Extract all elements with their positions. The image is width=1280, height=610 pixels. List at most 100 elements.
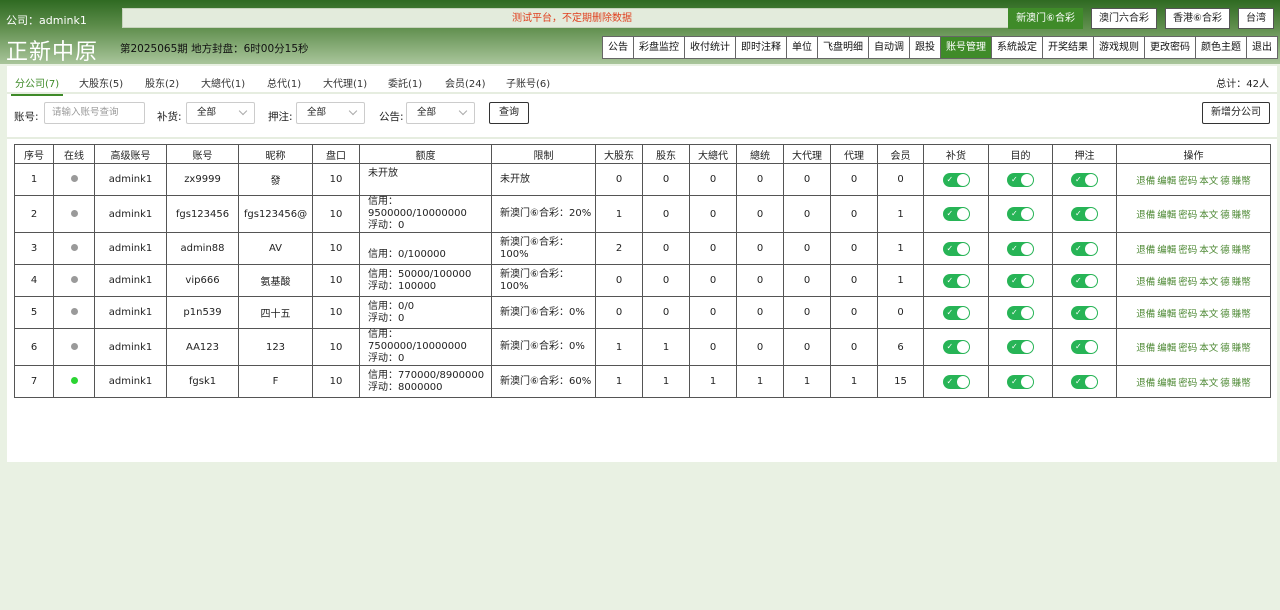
op-link[interactable]: 退備: [1136, 277, 1155, 288]
stake-toggle[interactable]: [1071, 374, 1098, 389]
lottery-btn-macau[interactable]: 澳门六合彩: [1091, 8, 1158, 29]
purpose-toggle[interactable]: [1007, 305, 1034, 320]
nav-item[interactable]: 单位: [786, 36, 818, 59]
stake-toggle[interactable]: [1071, 305, 1098, 320]
op-link[interactable]: 德: [1220, 210, 1230, 221]
op-link[interactable]: 賺幣: [1232, 210, 1251, 221]
purpose-toggle[interactable]: [1007, 273, 1034, 288]
stake-toggle[interactable]: [1071, 172, 1098, 187]
level-tab[interactable]: 委託(1): [388, 75, 422, 90]
purpose-toggle[interactable]: [1007, 374, 1034, 389]
stake-toggle[interactable]: [1071, 273, 1098, 288]
op-link[interactable]: 编輯: [1157, 245, 1176, 256]
op-link[interactable]: 密码: [1178, 210, 1197, 221]
stake-select[interactable]: 全部: [296, 102, 365, 124]
op-link[interactable]: 编輯: [1157, 309, 1176, 320]
nav-item[interactable]: 游戏规则: [1093, 36, 1145, 59]
lottery-btn-taiwan[interactable]: 台湾: [1238, 8, 1274, 29]
lottery-btn-hongkong[interactable]: 香港⑥合彩: [1165, 8, 1230, 29]
op-link[interactable]: 退備: [1136, 176, 1155, 187]
nav-item[interactable]: 颜色主题: [1195, 36, 1247, 59]
purpose-toggle[interactable]: [1007, 172, 1034, 187]
level-tab[interactable]: 大股东(5): [79, 75, 123, 90]
op-link[interactable]: 编輯: [1157, 378, 1176, 389]
lottery-btn-new-macau[interactable]: 新澳门⑥合彩: [1008, 8, 1084, 29]
supplement-toggle[interactable]: [942, 172, 970, 187]
op-link[interactable]: 賺幣: [1232, 277, 1251, 288]
op-link[interactable]: 编輯: [1157, 210, 1176, 221]
supplement-select[interactable]: 全部: [186, 102, 255, 124]
op-link[interactable]: 本文: [1199, 309, 1218, 320]
purpose-toggle[interactable]: [1007, 340, 1034, 354]
op-link[interactable]: 賺幣: [1232, 378, 1251, 389]
op-link[interactable]: 德: [1220, 277, 1230, 288]
nav-item[interactable]: 彩盘监控: [633, 36, 685, 59]
account-name: fgsk1: [166, 365, 239, 398]
purpose-toggle[interactable]: [1007, 207, 1034, 221]
op-link[interactable]: 退備: [1136, 343, 1155, 354]
stake-toggle[interactable]: [1071, 207, 1098, 221]
nav-item[interactable]: 系統設定: [991, 36, 1043, 59]
search-button[interactable]: 查询: [489, 102, 529, 124]
supplement-toggle[interactable]: [942, 241, 970, 256]
level-tab[interactable]: 大總代(1): [201, 75, 245, 90]
stake-toggle[interactable]: [1071, 241, 1098, 256]
nav-item[interactable]: 自动调: [868, 36, 910, 59]
level-tab[interactable]: 子账号(6): [506, 75, 550, 90]
count-cell: 0: [783, 296, 831, 329]
op-link[interactable]: 德: [1220, 245, 1230, 256]
level-tab[interactable]: 分公司(7): [10, 75, 64, 96]
level-tab[interactable]: 总代(1): [267, 75, 301, 90]
op-link[interactable]: 密码: [1178, 277, 1197, 288]
op-link[interactable]: 賺幣: [1232, 245, 1251, 256]
notice-select[interactable]: 全部: [406, 102, 475, 124]
op-link[interactable]: 本文: [1199, 378, 1218, 389]
nav-item[interactable]: 收付统计: [684, 36, 736, 59]
op-link[interactable]: 编輯: [1157, 176, 1176, 187]
op-link[interactable]: 本文: [1199, 343, 1218, 354]
op-link[interactable]: 德: [1220, 309, 1230, 320]
op-link[interactable]: 賺幣: [1232, 343, 1251, 354]
op-link[interactable]: 密码: [1178, 378, 1197, 389]
op-link[interactable]: 德: [1220, 343, 1230, 354]
supplement-toggle[interactable]: [942, 305, 970, 320]
stake-toggle[interactable]: [1071, 340, 1098, 354]
op-link[interactable]: 本文: [1199, 277, 1218, 288]
nav-item[interactable]: 更改密码: [1144, 36, 1196, 59]
stake-toggle-cell: [1052, 232, 1117, 265]
op-link[interactable]: 编輯: [1157, 277, 1176, 288]
op-link[interactable]: 密码: [1178, 176, 1197, 187]
op-link[interactable]: 德: [1220, 378, 1230, 389]
nav-item[interactable]: 账号管理: [940, 36, 992, 59]
op-link[interactable]: 编輯: [1157, 343, 1176, 354]
op-link[interactable]: 退備: [1136, 378, 1155, 389]
op-link[interactable]: 退備: [1136, 309, 1155, 320]
supplement-toggle[interactable]: [942, 374, 970, 389]
op-link[interactable]: 密码: [1178, 245, 1197, 256]
nav-item[interactable]: 飞盘明细: [817, 36, 869, 59]
account-search-input[interactable]: 请输入账号查询: [44, 102, 145, 124]
level-tab[interactable]: 会员(24): [445, 75, 486, 90]
op-link[interactable]: 本文: [1199, 176, 1218, 187]
nav-item[interactable]: 退出: [1246, 36, 1278, 59]
op-link[interactable]: 退備: [1136, 245, 1155, 256]
nav-item[interactable]: 公告: [602, 36, 634, 59]
purpose-toggle[interactable]: [1007, 241, 1034, 256]
op-link[interactable]: 本文: [1199, 245, 1218, 256]
level-tab[interactable]: 股东(2): [145, 75, 179, 90]
nav-item[interactable]: 即时注释: [735, 36, 787, 59]
op-link[interactable]: 退備: [1136, 210, 1155, 221]
op-link[interactable]: 賺幣: [1232, 309, 1251, 320]
supplement-toggle[interactable]: [942, 340, 970, 354]
nav-item[interactable]: 开奖结果: [1042, 36, 1094, 59]
level-tab[interactable]: 大代理(1): [323, 75, 367, 90]
op-link[interactable]: 德: [1220, 176, 1230, 187]
supplement-toggle[interactable]: [942, 207, 970, 221]
op-link[interactable]: 賺幣: [1232, 176, 1251, 187]
supplement-toggle[interactable]: [942, 273, 970, 288]
op-link[interactable]: 密码: [1178, 309, 1197, 320]
add-branch-button[interactable]: 新增分公司: [1202, 102, 1270, 124]
nav-item[interactable]: 跟投: [909, 36, 941, 59]
op-link[interactable]: 本文: [1199, 210, 1218, 221]
op-link[interactable]: 密码: [1178, 343, 1197, 354]
